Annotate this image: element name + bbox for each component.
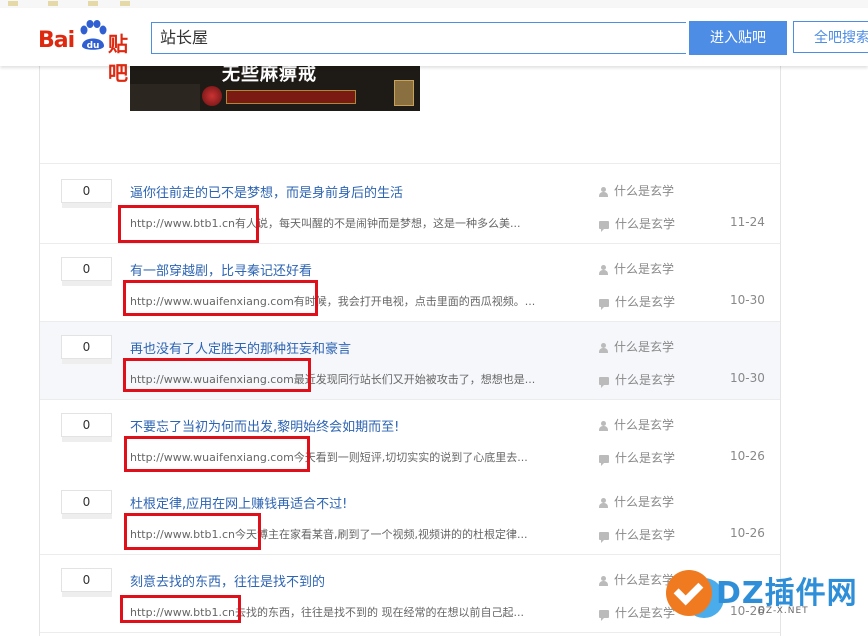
- health-orb: [202, 86, 222, 106]
- thread-title-link[interactable]: 有一部穿越剧，比寻秦记还好看: [130, 260, 312, 279]
- thread-title-link[interactable]: 再也没有了人定胜天的那种狂妄和豪言: [130, 338, 351, 357]
- banner-decoration: [130, 84, 200, 111]
- divider: [40, 163, 780, 164]
- banner-bar: [226, 90, 356, 104]
- user-icon: [599, 575, 608, 586]
- thread-date: 10-26: [730, 449, 765, 463]
- thread-author[interactable]: 什么是玄学: [599, 260, 674, 277]
- author-name[interactable]: 什么是玄学: [614, 340, 674, 354]
- tab-marker: [8, 1, 18, 6]
- author-name[interactable]: 什么是玄学: [614, 184, 674, 198]
- reply-bubble-icon: [599, 376, 609, 388]
- thread-date: 11-24: [730, 215, 765, 229]
- banner-item: [394, 80, 414, 106]
- thread-date: 10-30: [730, 371, 765, 385]
- reply-bubble-icon: [599, 298, 609, 310]
- logo-du-text: du: [87, 41, 100, 51]
- thread-date: 10-30: [730, 293, 765, 307]
- banner-caption: 无些麻痹戒: [222, 66, 317, 85]
- last-reply-author[interactable]: 什么是玄学: [599, 604, 675, 621]
- last-reply-author[interactable]: 什么是玄学: [599, 449, 675, 466]
- search-all-tieba-button[interactable]: 全吧搜索: [793, 21, 868, 53]
- baidu-paw-icon: du: [80, 20, 107, 51]
- thread-author[interactable]: 什么是玄学: [599, 571, 674, 588]
- author-name[interactable]: 什么是玄学: [614, 418, 674, 432]
- search-input[interactable]: 站长屋: [151, 22, 686, 54]
- user-icon: [599, 497, 608, 508]
- reply-bubble-icon: [599, 531, 609, 543]
- logo-tieba-text: 贴吧: [108, 32, 128, 85]
- reply-bubble-icon: [599, 609, 609, 621]
- user-icon: [599, 186, 608, 197]
- thread-author[interactable]: 什么是玄学: [599, 416, 674, 433]
- tab-marker: [48, 1, 58, 6]
- last-reply-name[interactable]: 什么是玄学: [615, 373, 675, 387]
- last-reply-author[interactable]: 什么是玄学: [599, 526, 675, 543]
- user-icon: [599, 264, 608, 275]
- thread-date: 10-26: [730, 526, 765, 540]
- checkmark-logo-icon: [666, 570, 712, 616]
- logo-bai-text: Bai: [38, 28, 75, 53]
- tieba-header: Bai du 贴吧 站长屋 进入贴吧 全吧搜索: [0, 8, 868, 85]
- url-highlight-box: [123, 358, 311, 392]
- tab-marker: [120, 1, 130, 6]
- reply-bubble-icon: [599, 220, 609, 232]
- reply-count: 0: [61, 568, 112, 597]
- author-name[interactable]: 什么是玄学: [614, 573, 674, 587]
- last-reply-author[interactable]: 什么是玄学: [599, 215, 675, 232]
- thread-author[interactable]: 什么是玄学: [599, 338, 674, 355]
- url-highlight-box: [120, 595, 241, 623]
- reply-count: 0: [61, 179, 112, 208]
- author-name[interactable]: 什么是玄学: [614, 262, 674, 276]
- reply-count: 0: [61, 257, 112, 286]
- user-icon: [599, 420, 608, 431]
- last-reply-name[interactable]: 什么是玄学: [615, 451, 675, 465]
- reply-count: 0: [61, 335, 112, 364]
- thread-author[interactable]: 什么是玄学: [599, 182, 674, 199]
- thread-title-link[interactable]: 不要忘了当初为何而出发,黎明始终会如期而至!: [130, 416, 399, 435]
- baidu-tieba-logo[interactable]: Bai du 贴吧: [38, 20, 144, 85]
- author-name[interactable]: 什么是玄学: [614, 495, 674, 509]
- user-icon: [599, 342, 608, 353]
- last-reply-author[interactable]: 什么是玄学: [599, 371, 675, 388]
- tab-marker: [88, 1, 98, 6]
- last-reply-author[interactable]: 什么是玄学: [599, 293, 675, 310]
- browser-top-strip: [0, 0, 868, 8]
- game-ad-banner[interactable]: 无些麻痹戒: [130, 66, 420, 111]
- thread-author[interactable]: 什么是玄学: [599, 493, 674, 510]
- reply-count: 0: [61, 413, 112, 442]
- site-watermark: DZ插件网 DZ-X.NET: [666, 566, 866, 634]
- thread-title-link[interactable]: 刻意去找的东西，往往是找不到的: [130, 571, 325, 590]
- reply-count: 0: [61, 490, 112, 519]
- url-highlight-box: [124, 436, 310, 472]
- last-reply-name[interactable]: 什么是玄学: [615, 528, 675, 542]
- url-highlight-box: [124, 513, 261, 550]
- enter-tieba-button[interactable]: 进入贴吧: [689, 21, 787, 55]
- url-highlight-box: [118, 205, 259, 243]
- thread-list-container: 无些麻痹戒 0 逼你往前走的已不是梦想，而是身前身后的生活 http://www…: [39, 66, 781, 636]
- watermark-domain: DZ-X.NET: [758, 606, 809, 616]
- url-highlight-box: [123, 280, 318, 316]
- last-reply-name[interactable]: 什么是玄学: [615, 295, 675, 309]
- reply-bubble-icon: [599, 454, 609, 466]
- thread-title-link[interactable]: 逼你往前走的已不是梦想，而是身前身后的生活: [130, 182, 403, 201]
- thread-title-link[interactable]: 杜根定律,应用在网上赚钱再适合不过!: [130, 493, 347, 512]
- last-reply-name[interactable]: 什么是玄学: [615, 217, 675, 231]
